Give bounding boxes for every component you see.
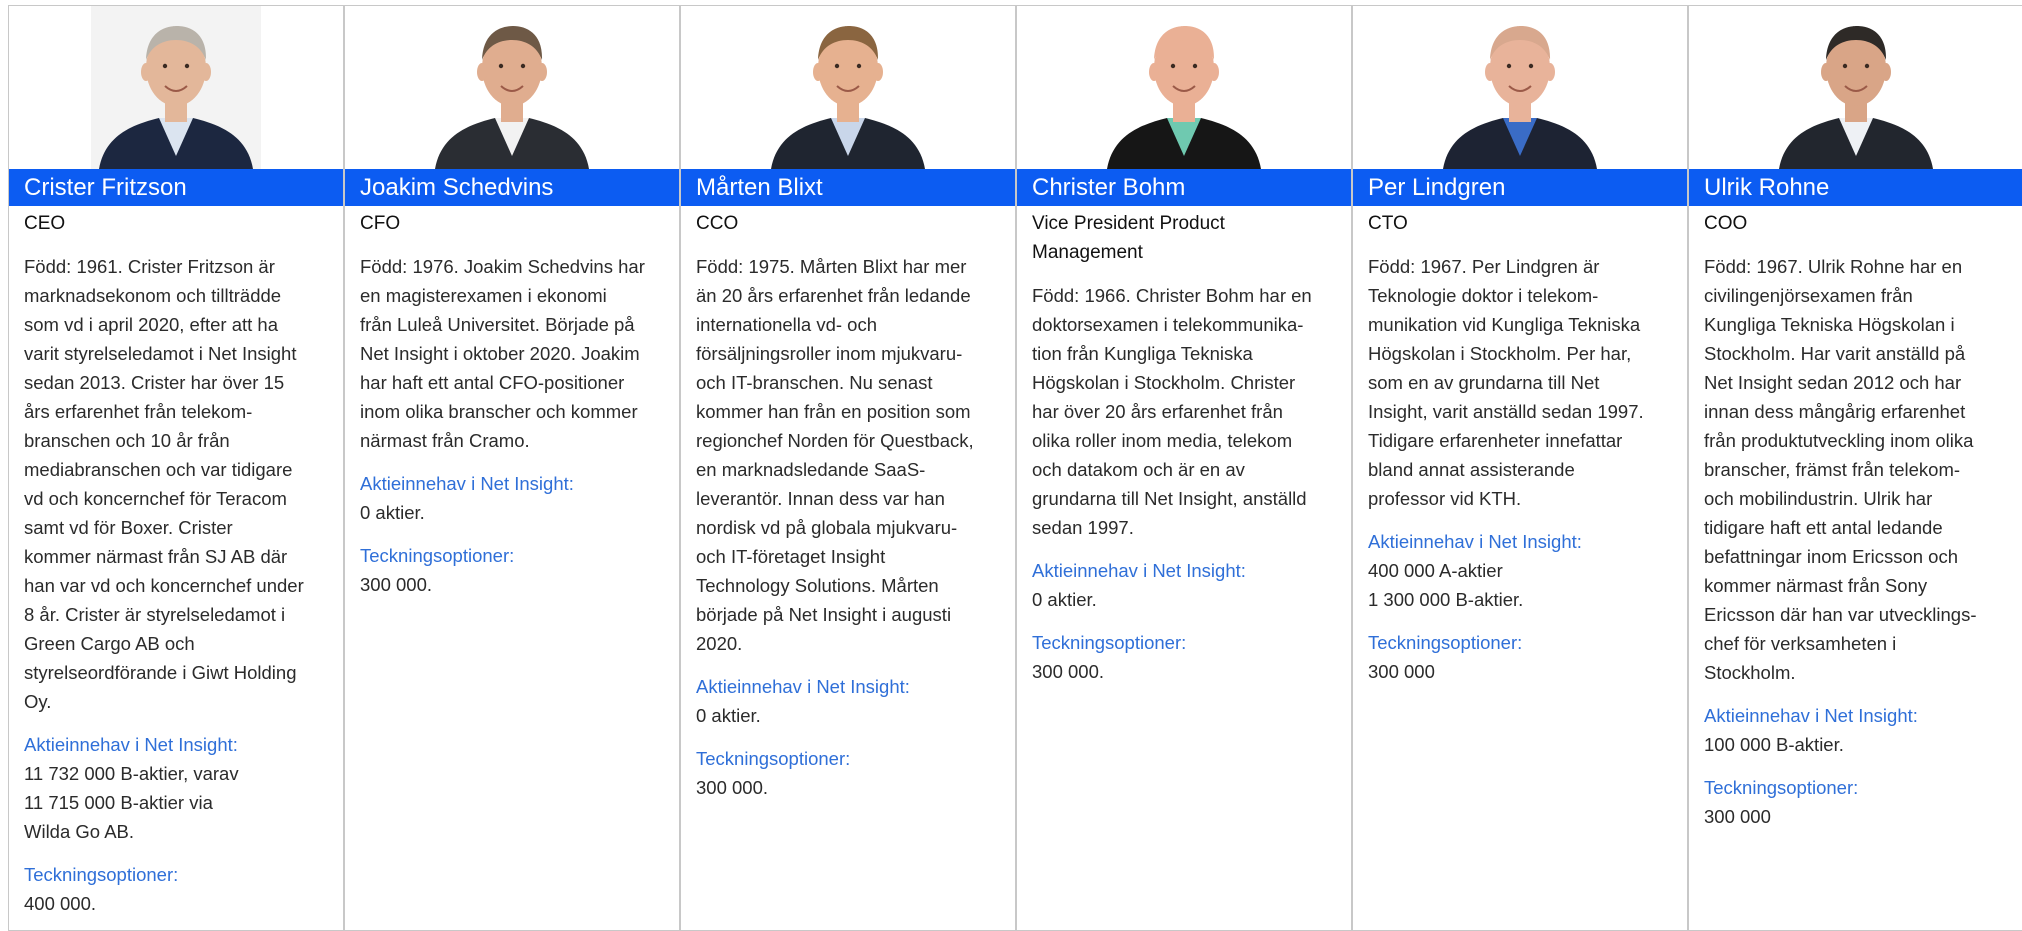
holdings-value: 400 000 A-aktier 1 300 000 B-aktier. bbox=[1368, 560, 1524, 610]
person-card: Per Lindgren CTO Född: 1967. Per Lindgre… bbox=[1352, 5, 1688, 931]
person-bio: Född: 1975. Mårten Blixt har mer än 20 å… bbox=[696, 256, 974, 654]
person-card: Ulrik Rohne COO Född: 1967. Ulrik Rohne … bbox=[1688, 5, 2022, 931]
person-role: CFO bbox=[360, 213, 401, 234]
holdings-value: 0 aktier. bbox=[1032, 589, 1097, 610]
person-role: CTO bbox=[1368, 213, 1408, 234]
person-card: Crister Fritzson CEO Född: 1961. Crister… bbox=[8, 5, 344, 931]
options-label: Teckningsoptioner: bbox=[1032, 632, 1187, 653]
person-role: Vice President Product Management bbox=[1032, 213, 1225, 263]
person-role: CEO bbox=[24, 213, 66, 234]
portrait bbox=[1017, 6, 1351, 169]
holdings-label: Aktieinnehav i Net Insight: bbox=[360, 473, 574, 494]
person-name: Ulrik Rohne bbox=[1689, 169, 2022, 206]
holdings-value: 11 732 000 B-aktier, varav 11 715 000 B-… bbox=[24, 763, 239, 842]
person-role: COO bbox=[1704, 213, 1748, 234]
person-bio: Född: 1967. Per Lindgren är Teknologie d… bbox=[1368, 256, 1644, 509]
person-bio: Född: 1966. Christer Bohm har en doktors… bbox=[1032, 285, 1312, 538]
holdings-label: Aktieinnehav i Net Insight: bbox=[24, 734, 238, 755]
portrait-image bbox=[763, 6, 933, 169]
holdings-label: Aktieinnehav i Net Insight: bbox=[696, 676, 910, 697]
person-card: Christer Bohm Vice President Product Man… bbox=[1016, 5, 1352, 931]
options-value: 300 000. bbox=[360, 574, 433, 595]
person-card: Mårten Blixt CCO Född: 1975. Mårten Blix… bbox=[680, 5, 1016, 931]
portrait bbox=[9, 6, 343, 169]
person-name: Crister Fritzson bbox=[9, 169, 343, 206]
options-value: 300 000 bbox=[1368, 661, 1435, 682]
portrait-image bbox=[1435, 6, 1605, 169]
options-value: 300 000. bbox=[1032, 661, 1105, 682]
portrait-image bbox=[1771, 6, 1941, 169]
person-name: Per Lindgren bbox=[1353, 169, 1687, 206]
person-bio: Född: 1976. Joakim Schedvins har en magi… bbox=[360, 256, 645, 451]
portrait-image bbox=[427, 6, 597, 169]
options-label: Teckningsoptioner: bbox=[696, 748, 851, 769]
options-label: Teckningsoptioner: bbox=[24, 864, 179, 885]
portrait-image bbox=[91, 6, 261, 169]
options-label: Teckningsoptioner: bbox=[360, 545, 515, 566]
person-name: Christer Bohm bbox=[1017, 169, 1351, 206]
person-name: Mårten Blixt bbox=[681, 169, 1015, 206]
holdings-label: Aktieinnehav i Net Insight: bbox=[1368, 531, 1582, 552]
person-bio: Född: 1961. Crister Fritzson är marknads… bbox=[24, 256, 304, 712]
portrait-image bbox=[1099, 6, 1269, 169]
options-value: 400 000. bbox=[24, 893, 97, 914]
portrait bbox=[681, 6, 1015, 169]
person-bio: Född: 1967. Ulrik Rohne har en civilinge… bbox=[1704, 256, 1977, 683]
options-value: 300 000 bbox=[1704, 806, 1771, 827]
options-label: Teckningsoptioner: bbox=[1368, 632, 1523, 653]
portrait bbox=[1689, 6, 2022, 169]
person-card: Joakim Schedvins CFO Född: 1976. Joakim … bbox=[344, 5, 680, 931]
portrait bbox=[345, 6, 679, 169]
holdings-value: 0 aktier. bbox=[696, 705, 761, 726]
options-label: Teckningsoptioner: bbox=[1704, 777, 1859, 798]
person-role: CCO bbox=[696, 213, 739, 234]
holdings-value: 0 aktier. bbox=[360, 502, 425, 523]
holdings-label: Aktieinnehav i Net Insight: bbox=[1032, 560, 1246, 581]
portrait bbox=[1353, 6, 1687, 169]
options-value: 300 000. bbox=[696, 777, 769, 798]
person-name: Joakim Schedvins bbox=[345, 169, 679, 206]
management-grid: Crister Fritzson CEO Född: 1961. Crister… bbox=[8, 5, 2022, 931]
holdings-label: Aktieinnehav i Net Insight: bbox=[1704, 705, 1918, 726]
holdings-value: 100 000 B-aktier. bbox=[1704, 734, 1844, 755]
